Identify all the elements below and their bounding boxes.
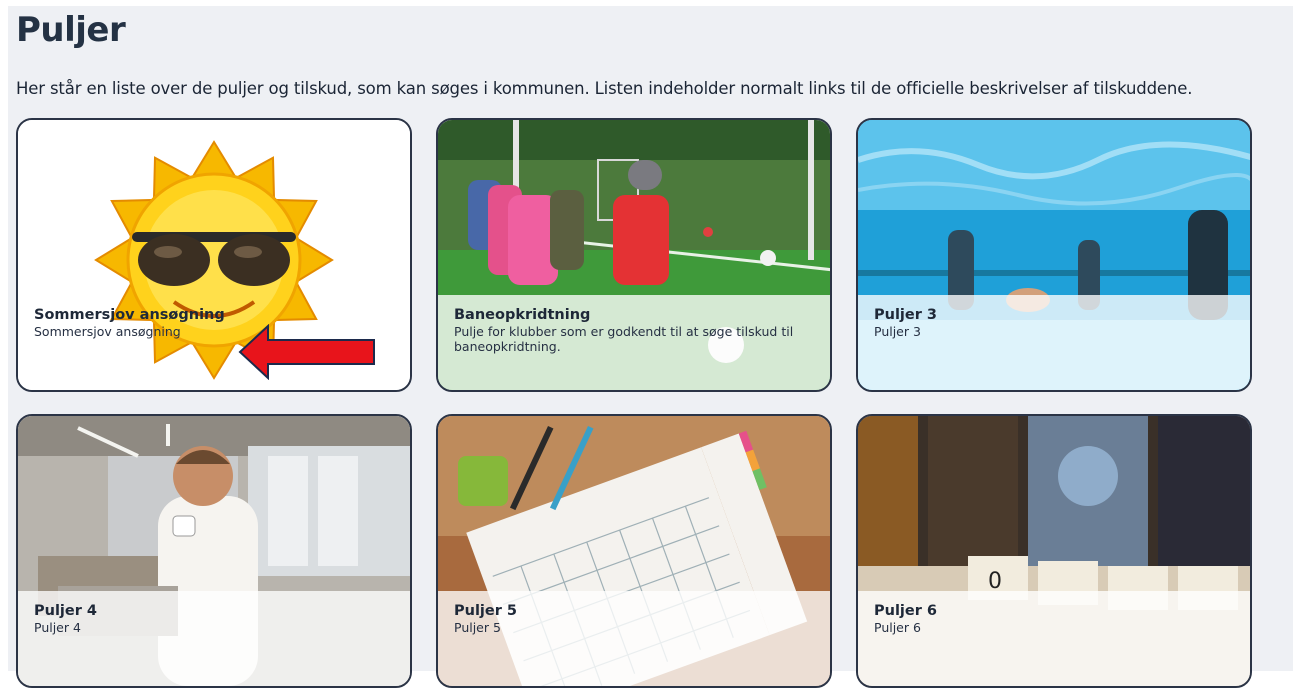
card-title: Puljer 3 [874, 307, 938, 323]
page-title: Puljer [16, 10, 126, 50]
card-baneopkridtning[interactable]: Baneopkridtning Pulje for klubber som er… [436, 118, 832, 392]
card-title: Puljer 4 [34, 603, 98, 619]
card-description: Puljer 4 [34, 620, 81, 635]
card-title: Baneopkridtning [454, 307, 591, 323]
card-title: Puljer 5 [454, 603, 518, 619]
card-description: Puljer 6 [874, 620, 921, 635]
card-description: Puljer 3 [874, 324, 921, 339]
card-description: Puljer 5 [454, 620, 501, 635]
intro-text: Her står en liste over de puljer og tils… [16, 79, 1193, 98]
card-caption: Puljer 4 Puljer 4 [18, 591, 410, 686]
card-puljer-6[interactable]: 0 Puljer 6 Puljer 6 [856, 414, 1252, 688]
card-title: Sommersjov ansøgning [34, 307, 225, 323]
card-caption: Puljer 6 Puljer 6 [858, 591, 1250, 686]
card-puljer-3[interactable]: Puljer 3 Puljer 3 [856, 118, 1252, 392]
card-caption: Baneopkridtning Pulje for klubber som er… [438, 295, 830, 390]
red-arrow-icon [238, 324, 375, 380]
card-puljer-5[interactable]: Puljer 5 Puljer 5 [436, 414, 832, 688]
card-description: Pulje for klubber som er godkendt til at… [454, 324, 794, 354]
card-caption: Puljer 5 Puljer 5 [438, 591, 830, 686]
card-puljer-4[interactable]: Puljer 4 Puljer 4 [16, 414, 412, 688]
card-title: Puljer 6 [874, 603, 938, 619]
card-caption: Puljer 3 Puljer 3 [858, 295, 1250, 390]
